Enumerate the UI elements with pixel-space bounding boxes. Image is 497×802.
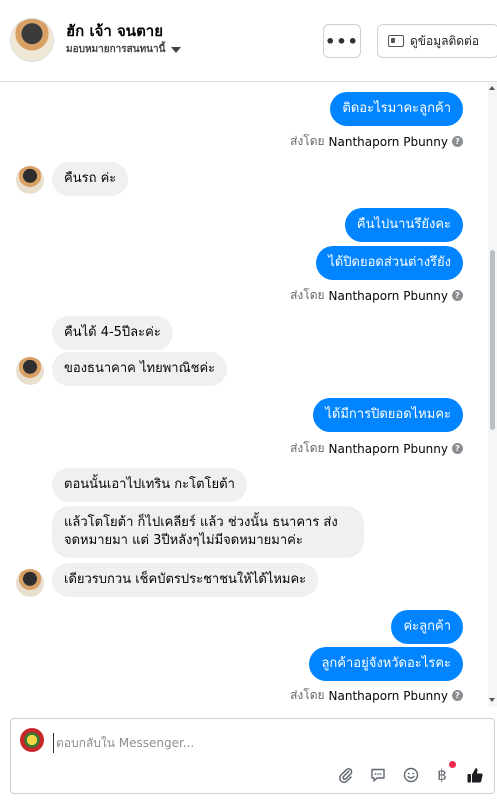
sender-name: Nanthaporn Pbunny [328,688,448,703]
incoming-message: คืนรถ ค่ะ [52,162,129,196]
message-list: ติดอะไรมาคะลูกค้า ส่งโดย Nanthaporn Pbun… [0,82,497,707]
contact-avatar-small [16,569,44,597]
sent-by-prefix: ส่งโดย [290,688,325,702]
sent-by-label: ส่งโดย Nanthaporn Pbunny ? [290,132,463,151]
contact-avatar-small [16,166,44,194]
sent-by-prefix: ส่งโดย [290,441,325,455]
page-avatar [20,728,44,752]
incoming-message: แล้วโตโยต้า ก็ไปเคลียร์ แล้ว ช่วงนั้น ธน… [52,506,364,558]
message-composer: ฿ [10,718,495,794]
view-contact-button[interactable]: ดูข้อมูลติดต่อ [377,24,497,58]
sender-name: Nanthaporn Pbunny [328,441,448,456]
speech-bubble-icon[interactable] [368,765,388,785]
sent-by-label: ส่งโดย Nanthaporn Pbunny ? [290,686,463,705]
incoming-message: เดียวรบกวน เช็คบัตรประชาชนให้ได้ไหมคะ [52,563,319,597]
more-options-button[interactable]: ••• [323,24,361,58]
notification-dot [449,761,456,768]
outgoing-message: ค่ะลูกค้า [391,610,463,644]
sent-by-label: ส่งโดย Nanthaporn Pbunny ? [290,439,463,458]
thumbs-up-icon[interactable] [465,765,485,785]
contact-name[interactable]: ฮัก เจ้า จนตาย [66,19,163,43]
caret-down-icon [171,46,182,53]
info-icon[interactable]: ? [452,443,463,454]
sent-by-prefix: ส่งโดย [290,134,325,148]
baht-icon[interactable]: ฿ [432,765,452,785]
contact-card-icon [388,35,404,47]
contact-avatar[interactable] [10,18,54,62]
sent-by-label: ส่งโดย Nanthaporn Pbunny ? [290,286,463,305]
outgoing-message: ได้มีการปิดยอดไหมคะ [313,398,463,432]
info-icon[interactable]: ? [452,136,463,147]
reply-input[interactable] [53,733,473,753]
outgoing-message: คืนไปนานรึยังคะ [344,208,463,242]
outgoing-message: ลูกค้าอยู่จังหวัดอะไรคะ [309,647,463,681]
scrollbar-thumb[interactable] [490,250,495,430]
contact-avatar-small [16,357,44,385]
smiley-icon[interactable] [401,765,421,785]
assign-conversation-label: มอบหมายการสนทนานี้ [66,44,166,55]
sent-by-prefix: ส่งโดย [290,288,325,302]
info-icon[interactable]: ? [452,690,463,701]
outgoing-message: ได้ปิดยอดส่วนต่างรึยัง [316,246,463,280]
incoming-message: คืนได้ 4-5ปีละค่ะ [52,316,173,350]
scroll-down-icon[interactable] [489,698,495,702]
scroll-up-icon[interactable] [489,86,495,90]
view-contact-label: ดูข้อมูลติดต่อ [410,33,480,48]
info-icon[interactable]: ? [452,290,463,301]
assign-conversation-dropdown[interactable]: มอบหมายการสนทนานี้ [66,42,182,57]
sender-name: Nanthaporn Pbunny [328,134,448,149]
sender-name: Nanthaporn Pbunny [328,288,448,303]
paperclip-icon[interactable] [336,765,356,785]
incoming-message: ตอนนั้นเอาไปเทริน กะโตโยต้า [52,468,247,502]
conversation-header: ฮัก เจ้า จนตาย มอบหมายการสนทนานี้ ••• ดู… [0,0,497,82]
outgoing-message: ติดอะไรมาคะลูกค้า [330,92,463,126]
messenger-conversation: ฮัก เจ้า จนตาย มอบหมายการสนทนานี้ ••• ดู… [0,0,497,802]
incoming-message: ของธนาคาค ไทยพาณิชค่ะ [52,352,228,386]
